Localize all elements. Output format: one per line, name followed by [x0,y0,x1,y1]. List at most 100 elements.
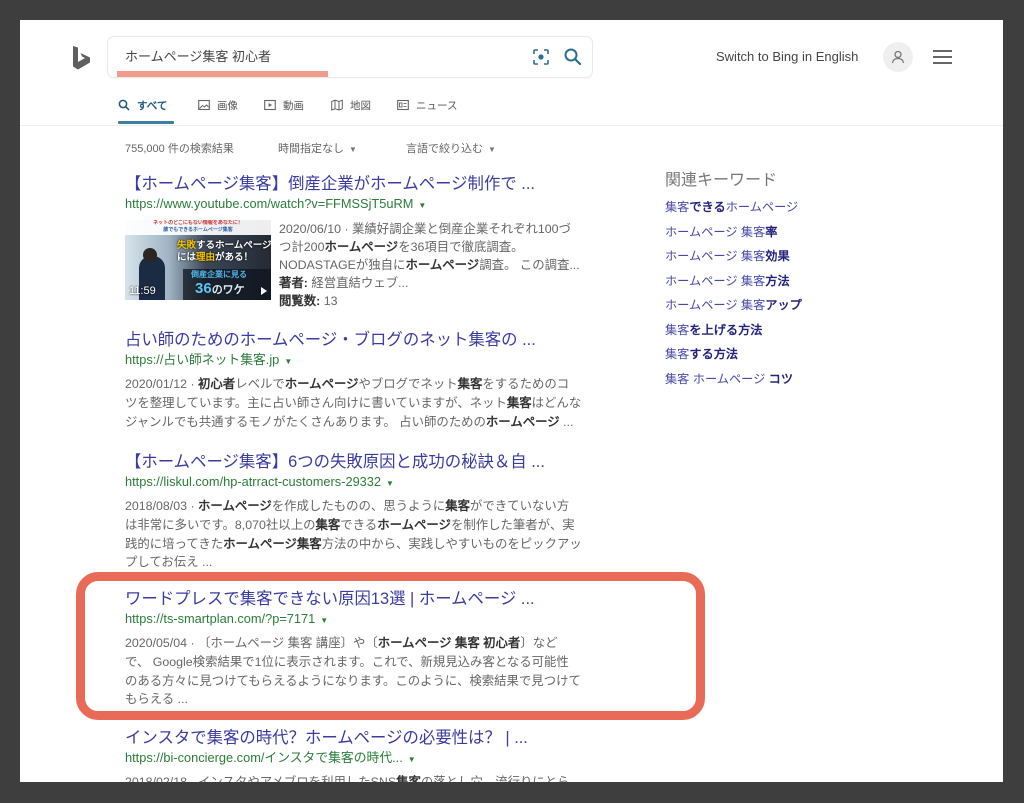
text-segment: ホームページ 集客 [665,249,766,263]
tab-videos[interactable]: 動画 [264,95,331,115]
related-keyword-link[interactable]: ホームページ 集客効果 [665,244,802,269]
highlighted-term: 集客 [457,377,483,391]
snippet-line: 2020/06/10 · 業績好調企業と倒産企業それぞれ100づ [279,220,580,238]
thumbnail-banner-line: ネットのどこにもない情報をあなたに！ [153,220,243,226]
related-keyword-link[interactable]: ホームページ 集客アップ [665,293,802,318]
account-button[interactable] [883,42,913,72]
highlighted-term: ホームページ [324,240,399,254]
result-url[interactable]: https://liskul.com/hp-atrract-customers-… [125,473,394,493]
bing-logo[interactable] [72,45,92,71]
result-title-link[interactable]: インスタで集客の時代？ホームページの必要性は？ | ... [125,727,605,749]
text-segment: を制作した筆者が、実 [450,517,575,532]
tab-label: すべて [137,99,168,112]
snippet-line: 2018/02/18 · インスタやアメブロを利用したSNS集客の落とし穴。流行… [125,773,605,782]
language-filter-dropdown[interactable]: 言語で絞り込む ▼ [406,141,496,158]
tab-images[interactable]: 画像 [198,95,264,115]
result-snippet: 2018/02/18 · インスタやアメブロを利用したSNS集客の落とし穴。流行… [125,773,605,782]
time-filter-dropdown[interactable]: 時間指定なし ▼ [278,141,357,158]
text-segment: 践的に培ってきた [125,536,224,551]
vertical-tabs: すべて 画像 動画 地図 ニュース [118,95,467,115]
video-result-row: ネットのどこにもない情報をあなたに！ 誰でもできるホームページ集客 失敗するホー… [125,220,605,310]
related-keyword-link[interactable]: 集客できるホームページ [665,195,802,220]
related-keyword-link[interactable]: ホームページ 集客率 [665,220,802,245]
search-result: インスタで集客の時代？ホームページの必要性は？ | ... https://bi… [125,727,605,782]
result-title-link[interactable]: 【ホームページ集客】倒産企業がホームページ制作で ... [125,173,605,195]
text-segment: 集客 [665,200,690,214]
thumbnail-headline: 失敗するホームページ には理由がある！ [177,240,271,264]
result-url[interactable]: https://www.youtube.com/watch?v=FFMSSjT5… [125,195,426,215]
search-result-highlighted: ワードプレスで集客できない原因13選 | ホームページ ... https://… [125,588,605,709]
text-segment: 経営直結ウェブ... [307,276,409,290]
result-snippet: 2018/08/03 · ホームページを作成したものの、思うように集客ができてい… [125,497,605,572]
result-url[interactable]: https://bi-concierge.com/インスタで集客の時代... ▼ [125,749,416,769]
result-title-link[interactable]: ワードプレスで集客できない原因13選 | ホームページ ... [125,588,605,610]
snippet-line: で、 Google検索結果で1位に表示されます。これで、新規見込み客となる可能性 [125,653,605,672]
thumbnail-person-head [143,248,157,262]
highlighted-term: 初心者 [198,377,236,391]
related-keyword-link[interactable]: ホームページ 集客方法 [665,269,802,294]
related-keyword-link[interactable]: 集客する方法 [665,342,802,367]
search-result: 【ホームページ集客】6つの失敗原因と成功の秘訣＆自 ... https://li… [125,451,605,572]
text-segment: をするためのコ [482,377,570,391]
text-segment: 集客 ホームページ [665,371,769,386]
tab-label: 画像 [217,99,238,112]
snippet-line: つ計200ホームページを36項目で徹底調査。 [279,238,580,256]
text-segment: 2018/02/18 · インスタやアメブロを利用したSNS [125,775,397,782]
tab-label: ニュース [416,99,458,112]
text-segment: レベルで [235,377,285,391]
thumbnail-headline-text: がある！ [215,252,254,263]
search-box[interactable]: ホームページ集客 初心者 [108,37,592,77]
highlighted-term: ホームページ集客 [223,536,322,551]
tab-maps[interactable]: 地図 [331,95,397,115]
thumbnail-big-title: 36のワケ [195,280,245,299]
snippet-line: ツを整理しています。主に占い師さん向けに書いていますが、ネット集客はどんな [125,394,605,413]
highlighted-term: ホームページ [284,377,359,391]
highlighted-term: 集客 [315,517,341,532]
text-segment: 集客 [665,322,690,337]
query-highlight-mark [117,71,328,77]
caret-down-icon: ▼ [320,616,329,625]
snippet-line: ジャンルでも共通するモノがたくさんあります。 占い師のためのホームページ ... [125,413,605,432]
text-segment: 方法の中から、実践しやすいものをピックアッ [321,536,582,551]
highlighted-term: ホームページ [198,499,272,513]
menu-button[interactable] [933,50,952,64]
result-url-text: https://liskul.com/hp-atrract-customers-… [125,474,382,489]
highlighted-term: コツ [768,371,794,386]
highlighted-term: ホームページ 集客 初心者 [377,636,521,650]
browser-page: ホームページ集客 初心者 Switch to Bing in English す… [20,20,1003,782]
video-thumbnail[interactable]: ネットのどこにもない情報をあなたに！ 誰でもできるホームページ集客 失敗するホー… [125,220,271,300]
result-title-link[interactable]: 占い師のためのホームページ・ブログのネット集客の ... [125,329,605,351]
related-keyword-link[interactable]: 集客 ホームページ コツ [665,367,802,392]
header-divider [20,125,1003,126]
highlighted-term: アップ [765,298,802,312]
caret-down-icon: ▼ [349,145,357,154]
text-segment: ができていない方 [470,499,570,513]
text-segment: 2018/08/03 · [125,499,199,513]
active-tab-indicator [118,121,174,124]
tab-news[interactable]: ニュース [397,95,467,115]
user-icon [891,50,905,64]
text-segment: 2020/06/10 · 業績好調企業と倒産企業それぞれ100づ [279,222,571,236]
tab-label: 動画 [283,99,304,112]
result-title-link[interactable]: 【ホームページ集客】6つの失敗原因と成功の秘訣＆自 ... [125,451,605,473]
switch-language-link[interactable]: Switch to Bing in English [716,49,858,65]
text-segment: プしてお伝え ... [125,555,213,570]
search-result: 占い師のためのホームページ・ブログのネット集客の ... https://占い師… [125,329,605,431]
image-icon [198,99,210,111]
text-segment: つ計200 [279,240,325,254]
result-url[interactable]: https://占い師ネット集客.jp ▼ [125,351,292,371]
text-segment: NODASTAGEが独自に [279,258,406,272]
caret-down-icon: ▼ [488,145,496,154]
hamburger-icon [933,50,952,64]
search-icon[interactable] [563,47,583,67]
highlighted-term: を上げる方法 [689,322,763,337]
snippet-line: NODASTAGEが独自にホームページ調査。 この調査... [279,256,580,274]
related-keyword-link[interactable]: 集客を上げる方法 [665,318,802,343]
text-segment: 13 [320,294,338,308]
search-input[interactable]: ホームページ集客 初心者 [125,48,271,66]
visual-search-icon[interactable] [532,48,550,66]
tab-all[interactable]: すべて [118,95,198,115]
news-icon [397,99,409,111]
result-url[interactable]: https://ts-smartplan.com/?p=7171 ▼ [125,610,328,630]
snippet-line: 践的に培ってきたホームページ集客方法の中から、実践しやすいものをピックアッ [125,535,605,554]
